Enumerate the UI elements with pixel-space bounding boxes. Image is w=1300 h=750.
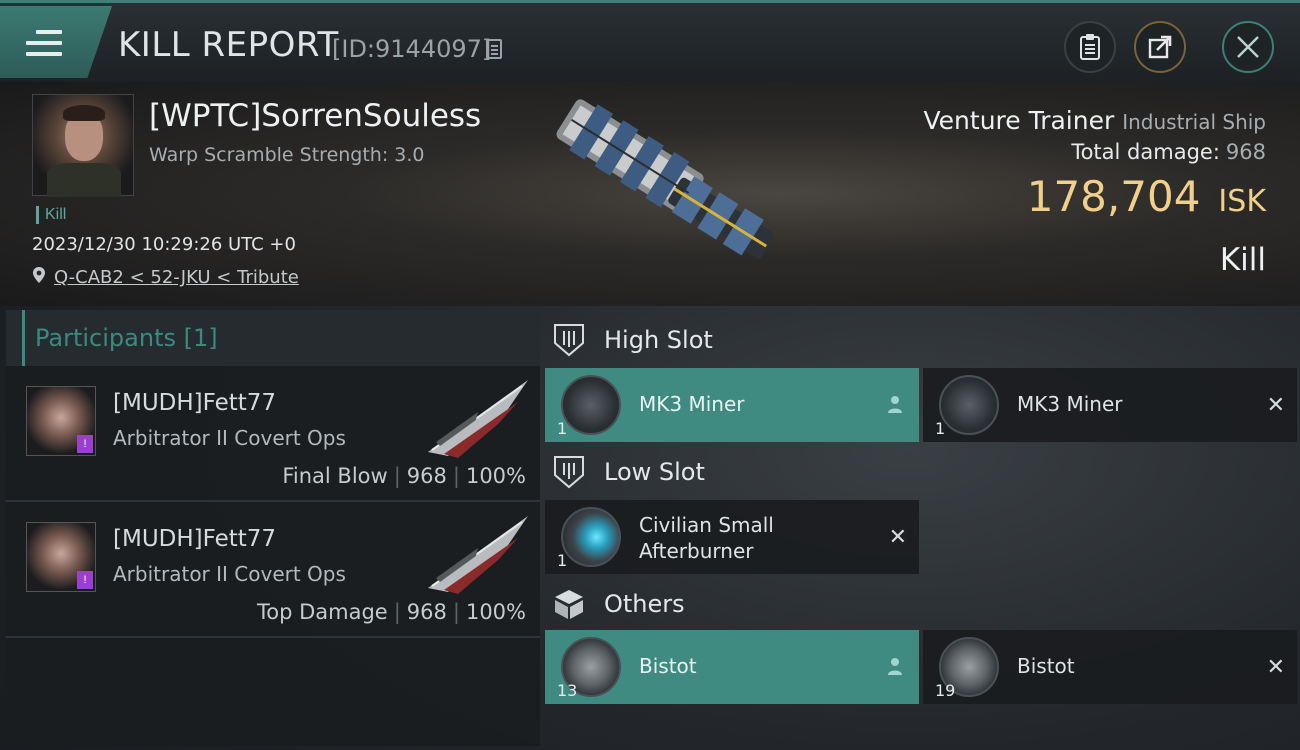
item-name: MK3 Miner — [639, 392, 745, 416]
isk-amount: 178,704 — [1026, 172, 1201, 221]
item-slot[interactable]: 19 Bistot ✕ — [923, 630, 1297, 704]
dropped-person-icon — [888, 396, 902, 413]
hamburger-icon[interactable] — [26, 30, 62, 56]
participants-panel: Participants [1] ! [MUDH]Fett77 Arbitrat… — [6, 310, 540, 746]
participant-role: Top Damage — [256, 600, 388, 624]
participants-header: Participants [1] — [6, 310, 540, 366]
item-name-line2: Afterburner — [639, 539, 754, 563]
afterburner-icon — [561, 507, 621, 567]
participant-damage: 968 — [406, 464, 447, 488]
share-button[interactable] — [1134, 21, 1186, 73]
ship-class: Industrial Ship — [1122, 110, 1266, 134]
result-label: Kill — [1219, 242, 1266, 278]
item-name: Bistot — [639, 654, 697, 678]
participant-ship: Arbitrator II Covert Ops — [113, 426, 346, 450]
others-title: Others — [604, 590, 685, 618]
kill-datetime: 2023/12/30 10:29:26 UTC +0 — [32, 234, 296, 255]
item-quantity: 13 — [557, 681, 578, 700]
item-slot[interactable]: 1 MK3 Miner — [545, 368, 919, 442]
security-badge-icon: ! — [77, 435, 93, 453]
total-damage-label: Total damage: — [1071, 140, 1220, 164]
high-slot-title: High Slot — [604, 326, 713, 354]
low-slot-title: Low Slot — [604, 458, 705, 486]
destroyed-x-icon: ✕ — [1266, 654, 1285, 679]
top-bar: KILL REPORT [ID:9144097] — [0, 0, 1300, 82]
participant-ship-image — [428, 516, 528, 594]
clipboard-icon — [1080, 34, 1100, 60]
total-damage: Total damage: 968 — [1071, 140, 1266, 164]
close-icon — [1237, 36, 1259, 58]
item-quantity: 1 — [935, 419, 946, 438]
dropped-person-icon — [888, 658, 902, 675]
miner-icon — [939, 375, 999, 435]
low-slot-header: Low Slot — [552, 442, 705, 502]
menu-tab[interactable] — [0, 6, 112, 78]
kill-tag: Kill — [36, 206, 66, 224]
clipboard-button[interactable] — [1064, 21, 1116, 73]
participant-percent: 100% — [465, 464, 526, 488]
isk-value: 178,704 ISK — [1027, 172, 1266, 221]
total-damage-value: 968 — [1225, 140, 1266, 164]
item-quantity: 1 — [557, 419, 568, 438]
item-slot[interactable]: 1 MK3 Miner ✕ — [923, 368, 1297, 442]
miner-icon — [561, 375, 621, 435]
item-name: Civilian Small Afterburner — [639, 512, 774, 564]
location-pin-icon — [33, 267, 45, 283]
participant-name[interactable]: [MUDH]Fett77 — [113, 526, 276, 552]
item-slot[interactable]: 13 Bistot — [545, 630, 919, 704]
high-slot-icon — [554, 324, 584, 357]
participant-stats: Final Blow | 968 | 100% — [282, 464, 526, 488]
participant-percent: 100% — [465, 600, 526, 624]
low-slot-icon — [554, 456, 584, 489]
participant-ship-image — [428, 380, 528, 458]
item-name: Bistot — [1017, 654, 1075, 678]
cargo-box-icon — [555, 590, 583, 619]
participant-stats: Top Damage | 968 | 100% — [256, 600, 526, 624]
location-link[interactable]: Q-CAB2 < 52-JKU < Tribute — [54, 267, 299, 288]
ship-type[interactable]: Venture Trainer — [924, 106, 1115, 135]
report-id: [ID:9144097] — [332, 35, 492, 63]
page-title: KILL REPORT — [118, 25, 339, 65]
others-header: Others — [552, 574, 685, 634]
destroyed-x-icon: ✕ — [888, 524, 907, 549]
warp-scramble-strength: Warp Scramble Strength: 3.0 — [149, 144, 425, 166]
victim-portrait[interactable] — [32, 94, 134, 197]
close-button[interactable] — [1222, 21, 1274, 73]
item-slot[interactable]: 1 Civilian Small Afterburner ✕ — [545, 500, 919, 574]
item-name-line1: Civilian Small — [639, 513, 774, 537]
ship-name: Venture Trainer Industrial Ship — [924, 106, 1266, 135]
participant-portrait[interactable]: ! — [26, 522, 96, 592]
isk-unit: ISK — [1218, 184, 1266, 219]
participant-role: Final Blow — [282, 464, 388, 488]
item-quantity: 1 — [557, 551, 568, 570]
participant-name[interactable]: [MUDH]Fett77 — [113, 390, 276, 416]
victim-name[interactable]: [WPTC]SorrenSouless — [149, 98, 481, 134]
participant-ship: Arbitrator II Covert Ops — [113, 562, 346, 586]
participant-damage: 968 — [406, 600, 447, 624]
participant-row[interactable]: ! [MUDH]Fett77 Arbitrator II Covert Ops … — [6, 366, 540, 502]
item-quantity: 19 — [935, 681, 956, 700]
participant-row[interactable]: ! [MUDH]Fett77 Arbitrator II Covert Ops … — [6, 502, 540, 638]
high-slot-header: High Slot — [552, 310, 713, 370]
victim-ship-image — [556, 99, 775, 259]
copy-icon[interactable] — [486, 39, 502, 59]
participant-portrait[interactable]: ! — [26, 386, 96, 456]
destroyed-x-icon: ✕ — [1266, 392, 1285, 417]
share-icon — [1148, 35, 1172, 59]
participants-title: Participants [1] — [22, 310, 540, 366]
security-badge-icon: ! — [77, 571, 93, 589]
item-name: MK3 Miner — [1017, 392, 1123, 416]
victim-banner: [WPTC]SorrenSouless Warp Scramble Streng… — [0, 82, 1300, 306]
